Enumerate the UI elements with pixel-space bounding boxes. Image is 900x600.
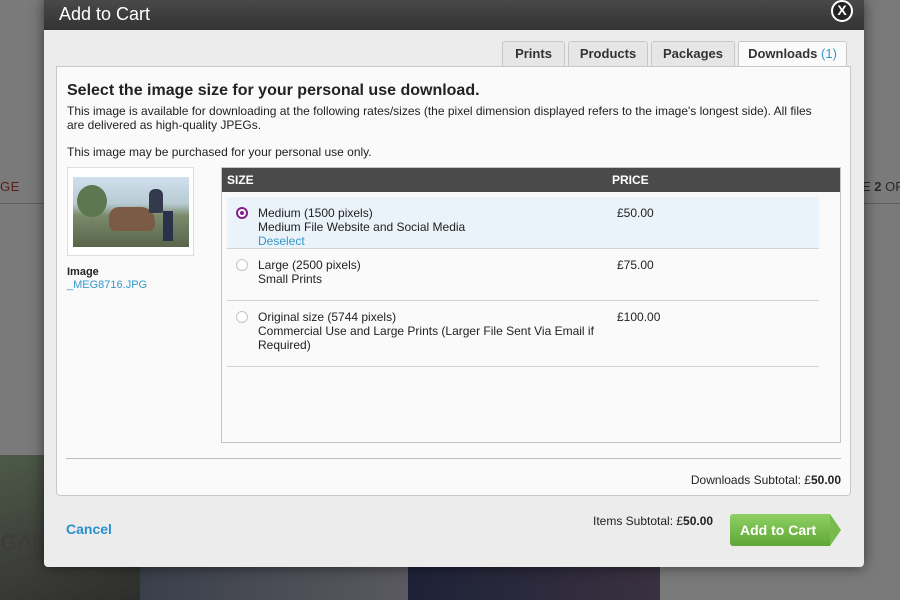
horse-photo-thumbnail (73, 177, 189, 247)
size-option-row[interactable]: Medium (1500 pixels) Medium File Website… (227, 197, 819, 249)
size-option-price: £75.00 (617, 258, 654, 272)
size-table: SIZE PRICE Medium (1500 pixels) Medium F… (221, 167, 841, 443)
size-option-title: Original size (5744 pixels) (258, 310, 397, 324)
size-option-title: Medium (1500 pixels) (258, 206, 373, 220)
tab-products[interactable]: Products (568, 41, 648, 67)
downloads-panel: Select the image size for your personal … (56, 66, 851, 496)
size-option-row[interactable]: Original size (5744 pixels) Commercial U… (227, 301, 819, 367)
image-label: Image (67, 266, 99, 278)
size-option-description: Medium File Website and Social Media (258, 220, 466, 234)
downloads-count-badge: (1) (821, 46, 837, 61)
image-filename-link[interactable]: _MEG8716.JPG (67, 279, 147, 291)
image-thumbnail (67, 167, 194, 256)
size-option-price: £100.00 (617, 310, 661, 324)
background-left-text: GE (0, 179, 20, 194)
add-to-cart-modal: Add to Cart X Prints Products Packages D… (44, 0, 864, 567)
table-header: SIZE PRICE (222, 168, 840, 192)
panel-note: This image may be purchased for your per… (67, 145, 372, 159)
modal-header: Add to Cart X (44, 0, 864, 30)
size-radio-large[interactable] (236, 259, 248, 271)
size-option-description: Small Prints (258, 272, 323, 286)
size-radio-original[interactable] (236, 311, 248, 323)
modal-title: Add to Cart (59, 4, 151, 24)
size-option-description: Commercial Use and Large Prints (Larger … (258, 324, 594, 352)
deselect-link[interactable]: Deselect (258, 234, 305, 248)
downloads-subtotal: Downloads Subtotal: £50.00 (690, 473, 841, 487)
column-header-price: PRICE (612, 173, 649, 187)
tab-packages[interactable]: Packages (651, 41, 735, 67)
items-subtotal: Items Subtotal: £50.00 (593, 514, 714, 528)
column-header-size: SIZE (227, 173, 254, 187)
background-pagination-text: E 2 OF (862, 179, 900, 194)
size-option-title: Large (2500 pixels) (258, 258, 361, 272)
panel-heading: Select the image size for your personal … (67, 82, 480, 99)
size-option-price: £50.00 (617, 206, 654, 220)
size-radio-medium[interactable] (236, 207, 248, 219)
background-brand: GAN (0, 530, 48, 555)
size-option-row[interactable]: Large (2500 pixels) Small Prints £75.00 (227, 249, 819, 301)
cancel-button[interactable]: Cancel (66, 521, 112, 537)
panel-divider (66, 458, 841, 459)
tab-prints[interactable]: Prints (502, 41, 565, 67)
panel-description: This image is available for downloading … (67, 104, 812, 132)
add-to-cart-button[interactable]: Add to Cart (730, 514, 841, 546)
tab-downloads[interactable]: Downloads (1) (738, 41, 847, 68)
close-icon[interactable]: X (831, 0, 853, 22)
